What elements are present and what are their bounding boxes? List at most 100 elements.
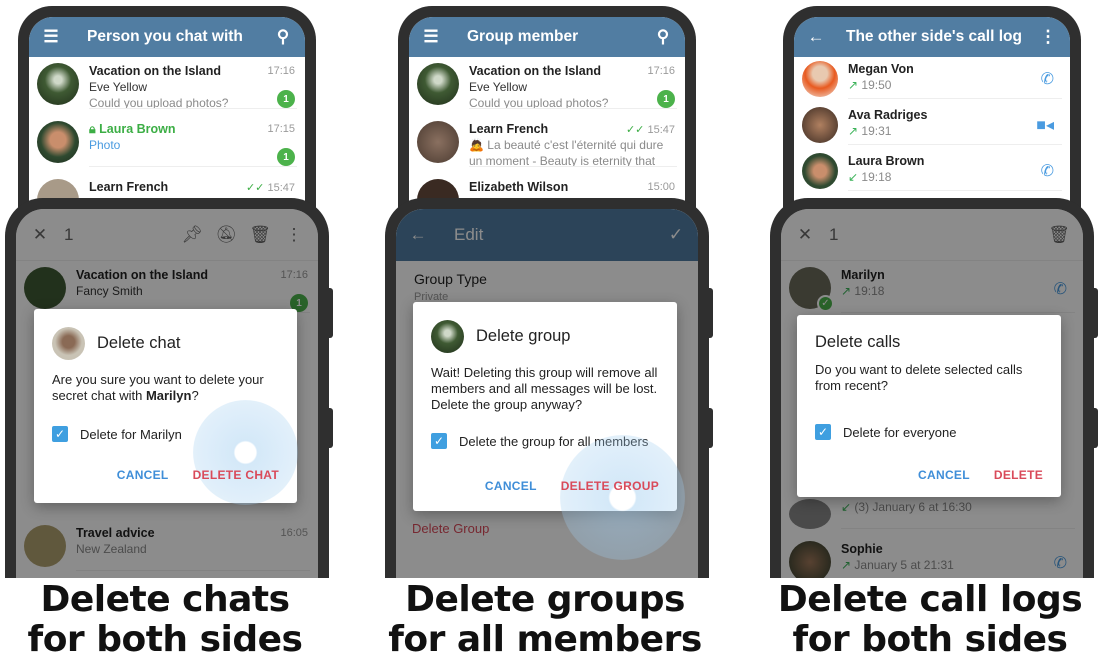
menu-icon[interactable]: ☰ bbox=[41, 27, 61, 47]
caption: Delete groups for all members bbox=[380, 580, 710, 660]
time-text: 15:47 bbox=[267, 182, 295, 194]
chat-item[interactable]: Vacation on the Island Eve Yellow Could yo… bbox=[29, 57, 305, 115]
side-button bbox=[1092, 408, 1098, 448]
caller-name: Laura Brown bbox=[848, 154, 925, 168]
chat-time: 15:00 bbox=[647, 181, 675, 193]
read-check-icon: ✓✓ bbox=[245, 182, 265, 194]
caption: Delete chats for both sides bbox=[0, 580, 330, 660]
delete-calls-dialog: Delete calls Do you want to delete selec… bbox=[797, 315, 1061, 497]
chat-name: Vacation on the Island bbox=[469, 64, 601, 78]
back-arrow-icon[interactable]: ← bbox=[806, 27, 826, 47]
caption: Delete call logs for both sides bbox=[765, 580, 1095, 660]
chat-time: 17:16 bbox=[267, 65, 295, 77]
unread-badge: 1 bbox=[657, 90, 675, 108]
delete-chat-button[interactable]: DELETE CHAT bbox=[193, 468, 279, 482]
chat-name: Laura Brown bbox=[99, 122, 176, 136]
checkbox-label: Delete for everyone bbox=[843, 424, 957, 440]
avatar bbox=[37, 63, 79, 105]
caller-name: Ava Radriges bbox=[848, 108, 928, 122]
chat-sender: Eve Yellow bbox=[469, 80, 528, 94]
dialog-message: Are you sure you want to delete your sec… bbox=[52, 372, 279, 404]
delete-group-dialog: Delete group Wait! Deleting this group w… bbox=[413, 302, 677, 511]
checkbox-checked-icon[interactable]: ✓ bbox=[815, 424, 831, 440]
menu-icon[interactable]: ☰ bbox=[421, 27, 441, 47]
panel-delete-chat: ☰ Person you chat with ⚲ Vacation on the… bbox=[0, 0, 340, 664]
outgoing-arrow-icon: ↗ bbox=[848, 124, 859, 138]
checkbox-checked-icon[interactable]: ✓ bbox=[52, 426, 68, 442]
dialog-message: Do you want to delete selected calls fro… bbox=[815, 362, 1023, 393]
call-item[interactable]: Laura Brown ↙ 19:18 ✆ bbox=[794, 149, 1070, 195]
side-button bbox=[707, 408, 713, 448]
call-time: 19:18 bbox=[861, 170, 892, 184]
phone-icon[interactable]: ✆ bbox=[1041, 69, 1054, 89]
chat-time: ✓✓ 15:47 bbox=[626, 123, 675, 136]
caption-line: Delete call logs bbox=[777, 579, 1083, 620]
avatar bbox=[802, 61, 838, 97]
panel-delete-group: ☰ Group member ⚲ Vacation on the Island E… bbox=[380, 0, 720, 664]
panel-delete-calls: ← The other side's call log ⋮ Megan Von ↗… bbox=[765, 0, 1100, 664]
avatar bbox=[802, 107, 838, 143]
cancel-button[interactable]: CANCEL bbox=[117, 468, 169, 482]
more-icon[interactable]: ⋮ bbox=[1038, 27, 1058, 47]
caption-line: for all members bbox=[388, 619, 702, 660]
unread-badge: 1 bbox=[277, 148, 295, 166]
dialog-title: Delete group bbox=[476, 327, 571, 345]
header-title: Person you chat with bbox=[87, 28, 243, 45]
chat-message: Could you upload photos? bbox=[469, 96, 609, 109]
video-call-icon[interactable]: ■◂ bbox=[1036, 115, 1054, 135]
cancel-button[interactable]: CANCEL bbox=[485, 479, 537, 493]
checkbox-label: Delete the group for all members bbox=[459, 433, 649, 449]
side-button bbox=[327, 288, 333, 338]
caption-line: Delete groups bbox=[405, 579, 685, 620]
call-item[interactable]: Megan Von ↗ 19:50 ✆ bbox=[794, 57, 1070, 103]
app-header: ☰ Group member ⚲ bbox=[409, 17, 685, 57]
unread-badge: 1 bbox=[277, 90, 295, 108]
outgoing-arrow-icon: ↗ bbox=[848, 78, 859, 92]
side-button bbox=[707, 288, 713, 338]
avatar bbox=[37, 121, 79, 163]
dialog-title: Delete chat bbox=[97, 334, 181, 352]
chat-item[interactable]: Learn French 🙇 La beauté c'est l'éternité… bbox=[409, 115, 685, 173]
checkbox-label: Delete for Marilyn bbox=[80, 426, 182, 442]
call-item[interactable]: Ava Radriges ↗ 19:31 ■◂ bbox=[794, 103, 1070, 149]
delete-for-all-checkbox[interactable]: ✓ Delete the group for all members bbox=[431, 433, 659, 449]
chat-message: 🙇 La beauté c'est l'éternité qui dure un… bbox=[469, 138, 664, 167]
app-header: ☰ Person you chat with ⚲ bbox=[29, 17, 305, 57]
chat-time: ✓✓ 15:47 bbox=[246, 181, 295, 194]
message-suffix: ? bbox=[191, 388, 199, 403]
checkbox-checked-icon[interactable]: ✓ bbox=[431, 433, 447, 449]
search-icon[interactable]: ⚲ bbox=[273, 27, 293, 47]
call-time: 19:50 bbox=[861, 78, 892, 92]
chat-message: Could you upload photos? bbox=[89, 96, 229, 109]
chat-item[interactable]: 🔒︎ Laura Brown Photo 17:15 1 bbox=[29, 115, 305, 173]
chat-name: Elizabeth Wilson bbox=[469, 180, 569, 194]
caption-line: for both sides bbox=[792, 619, 1068, 660]
caption-line: for both sides bbox=[27, 619, 303, 660]
chat-item[interactable]: Vacation on the Island Eve Yellow Could yo… bbox=[409, 57, 685, 115]
incoming-arrow-icon: ↙ bbox=[848, 170, 859, 184]
header-title: The other side's call log bbox=[846, 28, 1022, 45]
avatar bbox=[52, 327, 85, 360]
delete-for-checkbox[interactable]: ✓ Delete for Marilyn bbox=[52, 426, 279, 442]
chat-time: 17:15 bbox=[267, 123, 295, 135]
side-button bbox=[327, 408, 333, 448]
delete-chat-dialog: Delete chat Are you sure you want to del… bbox=[34, 309, 297, 503]
lock-icon: 🔒︎ bbox=[89, 122, 96, 136]
delete-for-everyone-checkbox[interactable]: ✓ Delete for everyone bbox=[815, 424, 1043, 440]
cancel-button[interactable]: CANCEL bbox=[918, 468, 970, 482]
caller-name: Megan Von bbox=[848, 62, 914, 76]
chat-time: 17:16 bbox=[647, 65, 675, 77]
avatar bbox=[417, 63, 459, 105]
side-button bbox=[1092, 288, 1098, 338]
dialog-title: Delete calls bbox=[815, 333, 901, 351]
delete-button[interactable]: DELETE bbox=[994, 468, 1043, 482]
app-header: ← The other side's call log ⋮ bbox=[794, 17, 1070, 57]
avatar bbox=[417, 121, 459, 163]
delete-group-button[interactable]: DELETE GROUP bbox=[561, 479, 659, 493]
avatar bbox=[802, 153, 838, 189]
header-title: Group member bbox=[467, 28, 579, 45]
chat-message: Photo bbox=[89, 138, 121, 152]
avatar bbox=[431, 320, 464, 353]
phone-icon[interactable]: ✆ bbox=[1041, 161, 1054, 181]
search-icon[interactable]: ⚲ bbox=[653, 27, 673, 47]
